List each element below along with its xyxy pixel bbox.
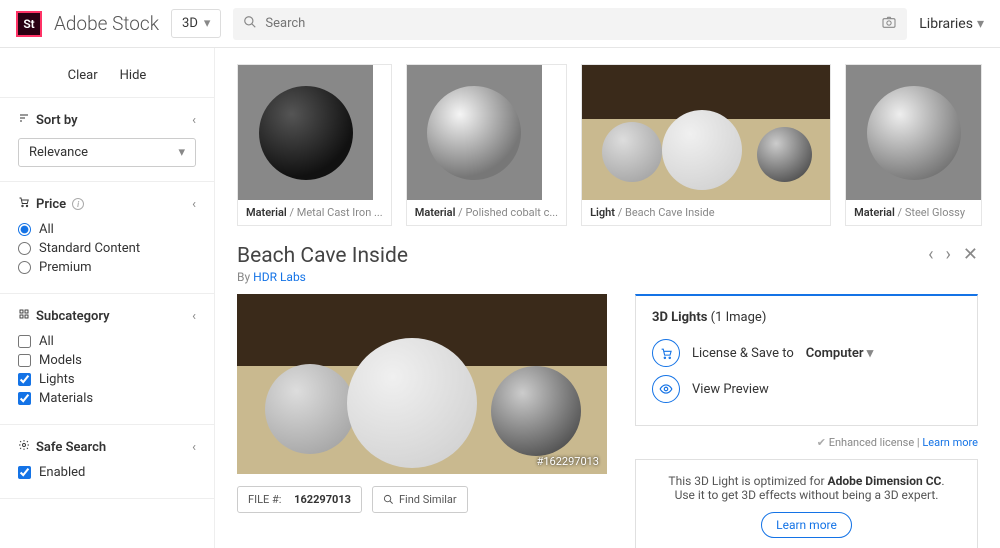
price-option-all[interactable]: All: [18, 222, 196, 237]
thumbnail-card[interactable]: Material / Steel Glossy: [845, 64, 982, 226]
learn-more-link[interactable]: Learn more: [922, 436, 978, 449]
sort-icon: [18, 112, 30, 128]
chevron-left-icon[interactable]: ‹: [192, 113, 196, 128]
sub-option-materials[interactable]: Materials: [18, 391, 196, 406]
license-action[interactable]: License & Save to Computer ▾: [652, 339, 961, 367]
thumbnail-card[interactable]: Material / Polished cobalt c...: [406, 64, 567, 226]
cart-icon: [18, 196, 30, 212]
detail-header: Beach Cave Inside By HDR Labs ‹ › ✕: [237, 244, 978, 284]
chevron-left-icon[interactable]: ‹: [192, 309, 196, 324]
sort-select[interactable]: Relevance ▾: [18, 138, 196, 167]
search-bar[interactable]: [233, 8, 907, 40]
gear-icon: [18, 439, 30, 455]
find-similar-button[interactable]: Find Similar: [372, 486, 468, 513]
asset-title: Beach Cave Inside: [237, 244, 408, 268]
sort-section: Sort by ‹ Relevance ▾: [0, 98, 214, 182]
grid-icon: [18, 308, 30, 324]
sub-option-all[interactable]: All: [18, 334, 196, 349]
info-icon[interactable]: i: [72, 198, 84, 210]
asset-preview[interactable]: #162297013: [237, 294, 607, 474]
main-area: Clear Hide Sort by ‹ Relevance ▾: [0, 48, 1000, 548]
content-area: Material / Metal Cast Iron ... Material …: [215, 48, 1000, 548]
learn-more-button[interactable]: Learn more: [761, 512, 852, 538]
thumbnail-card[interactable]: Light / Beach Cave Inside: [581, 64, 831, 226]
sub-option-lights[interactable]: Lights: [18, 372, 196, 387]
save-destination[interactable]: Computer ▾: [806, 346, 874, 361]
file-number-pill: FILE #: 162297013: [237, 486, 362, 513]
filter-sidebar: Clear Hide Sort by ‹ Relevance ▾: [0, 48, 215, 548]
search-icon: [243, 15, 257, 33]
libraries-menu[interactable]: Libraries ▾: [919, 16, 984, 32]
sort-by-title: Sort by: [18, 112, 78, 128]
safe-search-section: Safe Search ‹ Enabled: [0, 425, 214, 499]
price-section: Price i ‹ All Standard Content Premium: [0, 182, 214, 294]
safe-search-title: Safe Search: [18, 439, 106, 455]
sort-value: Relevance: [29, 145, 88, 160]
prev-arrow[interactable]: ‹: [928, 244, 933, 265]
promo-panel: This 3D Light is optimized for Adobe Dim…: [635, 459, 978, 548]
chevron-down-icon: ▾: [204, 16, 211, 31]
thumbnail-card[interactable]: Material / Metal Cast Iron ...: [237, 64, 392, 226]
price-title: Price i: [18, 196, 84, 212]
search-input[interactable]: [265, 16, 873, 31]
adobe-stock-logo: St: [16, 11, 42, 37]
eye-icon: [652, 375, 680, 403]
author-link[interactable]: HDR Labs: [253, 270, 306, 284]
clear-button[interactable]: Clear: [68, 68, 98, 83]
watermark: #162297013: [537, 455, 599, 468]
clear-hide-row: Clear Hide: [0, 62, 214, 98]
subcategory-title: Subcategory: [18, 308, 110, 324]
enhanced-license-row: ✔ Enhanced license | Learn more: [635, 436, 978, 449]
thumbnail-row: Material / Metal Cast Iron ... Material …: [237, 64, 978, 226]
view-preview-action[interactable]: View Preview: [652, 375, 961, 403]
brand-name: Adobe Stock: [54, 12, 159, 35]
sub-option-models[interactable]: Models: [18, 353, 196, 368]
close-icon[interactable]: ✕: [963, 244, 978, 265]
license-panel: 3D Lights (1 Image) License & Save to Co…: [635, 294, 978, 426]
price-option-standard[interactable]: Standard Content: [18, 241, 196, 256]
safe-search-enabled[interactable]: Enabled: [18, 465, 196, 480]
hide-button[interactable]: Hide: [120, 68, 147, 83]
next-arrow[interactable]: ›: [946, 244, 951, 265]
chevron-left-icon[interactable]: ‹: [192, 197, 196, 212]
chevron-down-icon: ▾: [178, 145, 185, 160]
chevron-down-icon: ▾: [977, 16, 984, 32]
cart-icon: [652, 339, 680, 367]
price-option-premium[interactable]: Premium: [18, 260, 196, 275]
top-bar: St Adobe Stock 3D ▾ Libraries ▾: [0, 0, 1000, 48]
category-value: 3D: [182, 16, 198, 31]
detail-row: #162297013 FILE #: 162297013 Find Simila…: [237, 294, 978, 548]
camera-icon[interactable]: [881, 14, 897, 34]
category-select[interactable]: 3D ▾: [171, 9, 221, 38]
libraries-label: Libraries: [919, 16, 973, 32]
chevron-left-icon[interactable]: ‹: [192, 440, 196, 455]
subcategory-section: Subcategory ‹ All Models Lights Material…: [0, 294, 214, 425]
